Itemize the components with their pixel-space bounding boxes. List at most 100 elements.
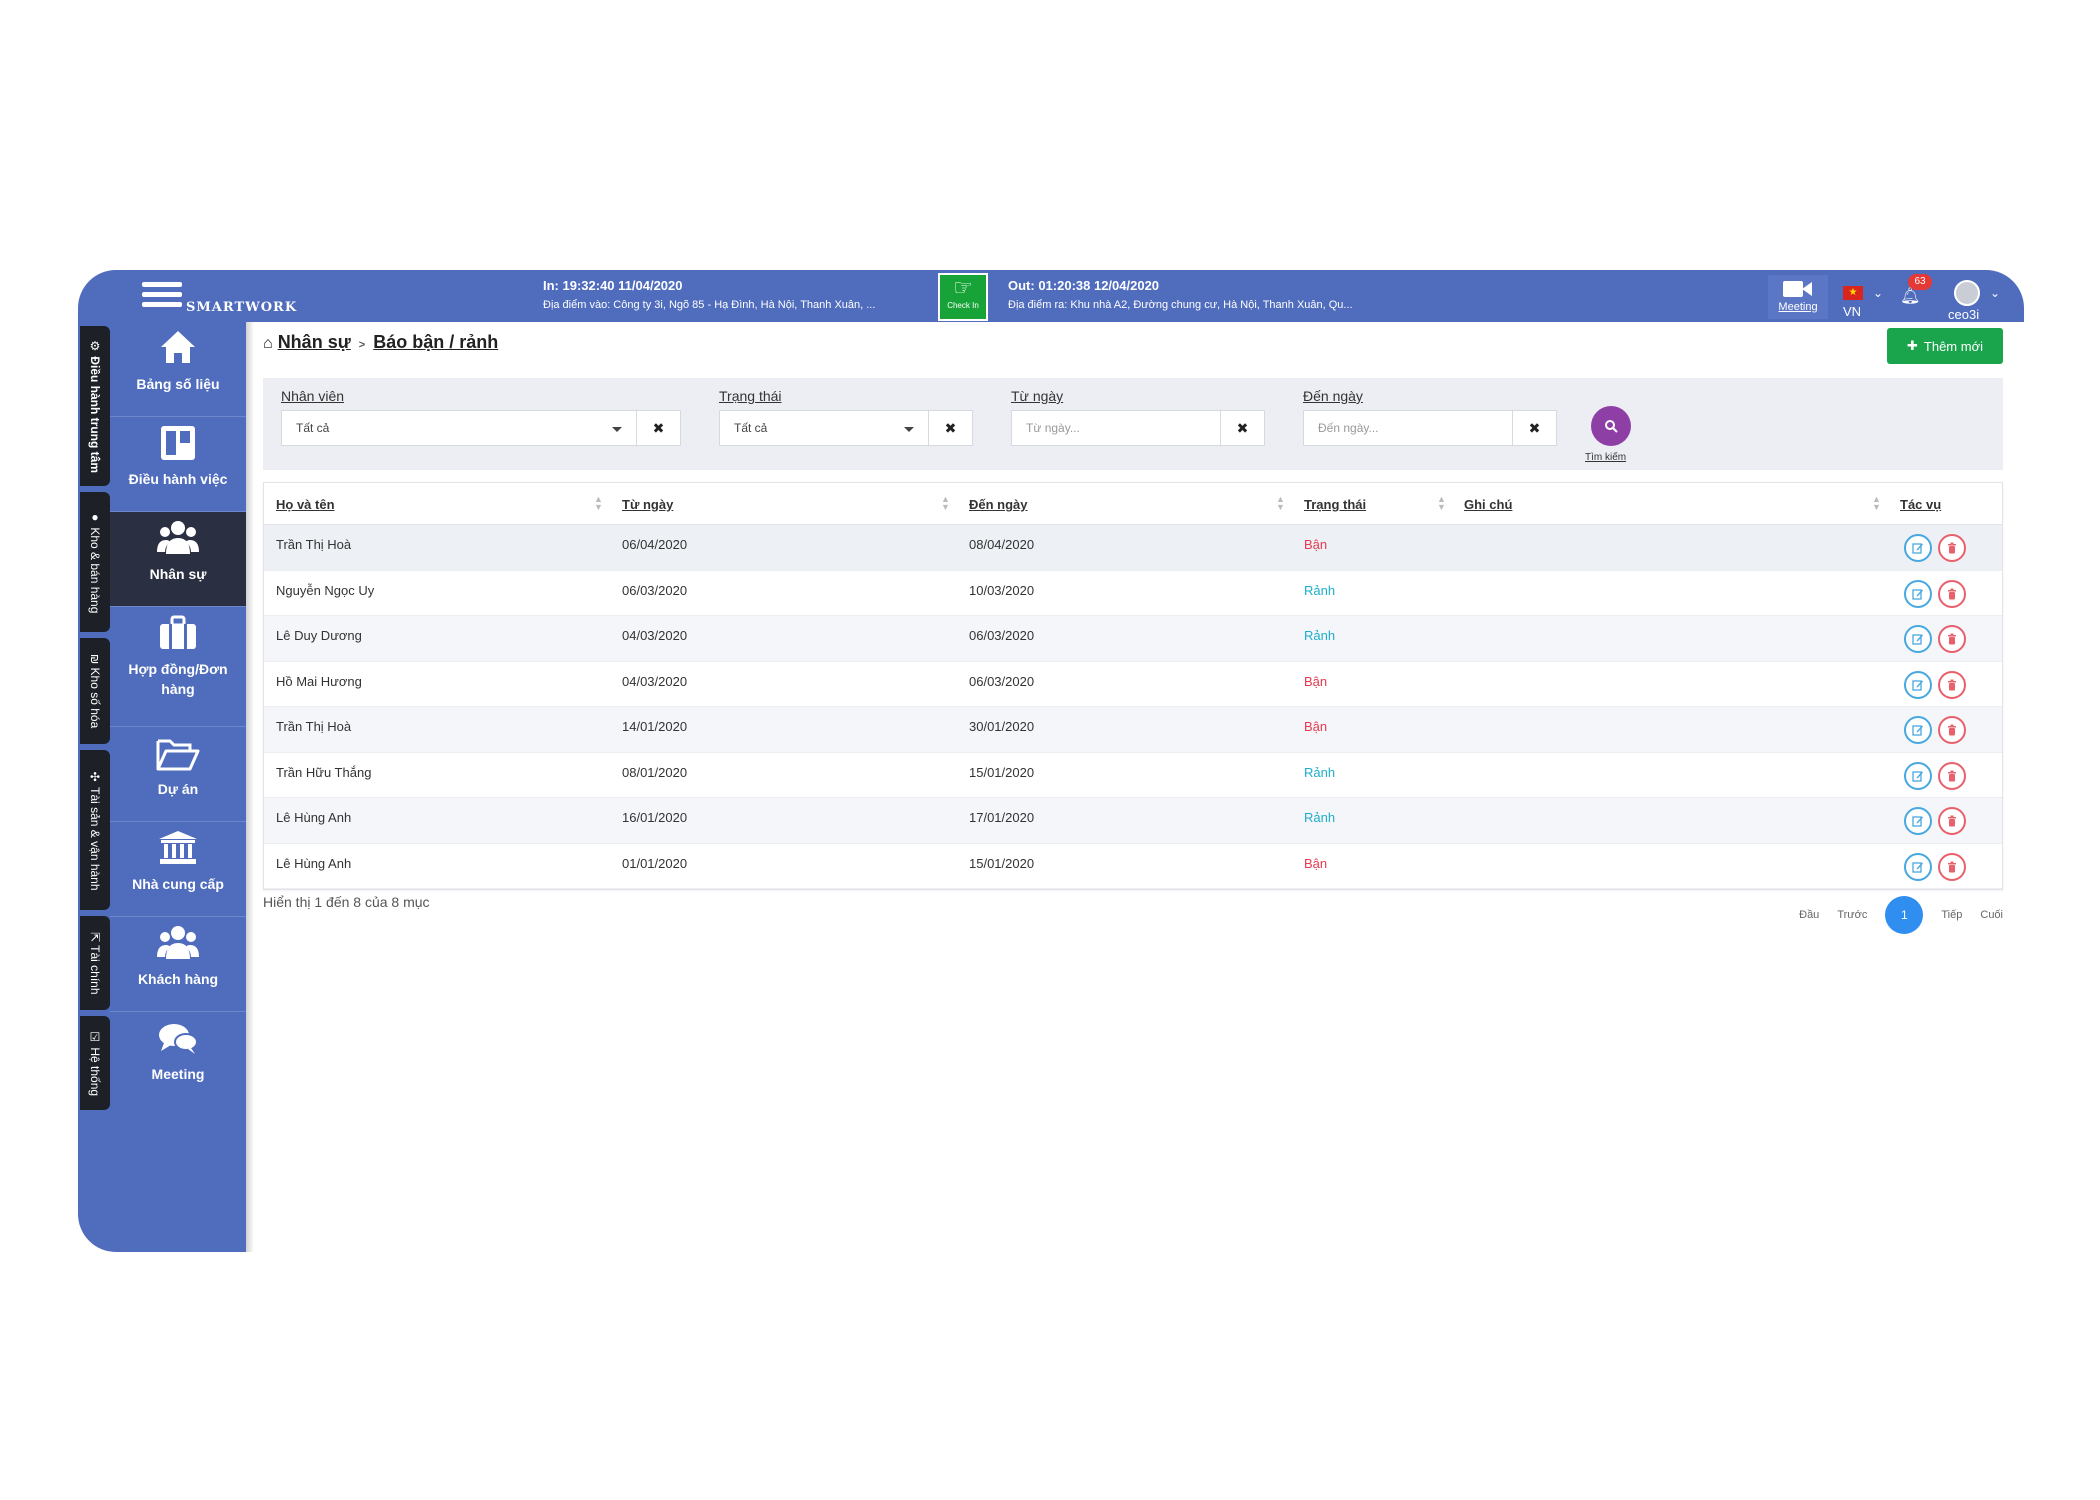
vietnam-flag-icon[interactable]: ★ — [1843, 286, 1863, 300]
edit-button[interactable] — [1904, 579, 1932, 608]
delete-button[interactable] — [1938, 534, 1966, 562]
avatar[interactable] — [1954, 280, 1980, 306]
sort-icon[interactable]: ▲ ▼ — [594, 495, 603, 512]
module-tab-tai-chinh[interactable]: ⇱ Tài chính — [80, 916, 110, 1010]
trash-icon — [1948, 770, 1956, 781]
edit-button[interactable] — [1904, 761, 1932, 790]
sort-icon[interactable]: ▲ ▼ — [941, 495, 950, 512]
delete-button[interactable] — [1938, 761, 1966, 790]
pointing-hand-icon: ☞ — [953, 275, 973, 300]
cell-status: Bận — [1304, 855, 1328, 871]
column-header-status[interactable]: Trạng thái — [1304, 497, 1366, 512]
language-label[interactable]: VN — [1843, 304, 1861, 319]
clear-from-date-button[interactable]: ✖ — [1221, 410, 1265, 446]
edit-button[interactable] — [1904, 670, 1932, 699]
menu-icon[interactable] — [142, 282, 182, 312]
search-icon — [1605, 420, 1618, 433]
module-tab-tai-san[interactable]: ✣ Tài sản & vận hành — [80, 750, 110, 910]
edit-button[interactable] — [1904, 807, 1932, 835]
employee-select[interactable]: Tất cả — [281, 410, 637, 446]
sort-icon[interactable]: ▲ ▼ — [1872, 495, 1881, 512]
search-label[interactable]: Tìm kiếm — [1585, 452, 1626, 463]
sidebar-item-dashboard[interactable]: Bảng số liệu — [110, 322, 246, 417]
edit-icon — [1912, 588, 1923, 600]
checkin-location: Địa điểm vào: Công ty 3i, Ngõ 85 - Hạ Đì… — [543, 299, 876, 311]
table-row: Hồ Mai Hương 04/03/2020 06/03/2020 Bận — [264, 662, 2002, 707]
table-row: Trần Hữu Thắng 08/01/2020 15/01/2020 Rảnh — [264, 753, 2002, 798]
clear-status-button[interactable]: ✖ — [929, 410, 973, 446]
chevron-down-icon[interactable]: ⌄ — [1873, 286, 1883, 300]
delete-button[interactable] — [1938, 670, 1966, 699]
table-row: Trần Thị Hoà 06/04/2020 08/04/2020 Bận — [264, 525, 2002, 571]
page-first[interactable]: Đầu — [1799, 909, 1819, 921]
page-current[interactable]: 1 — [1885, 896, 1924, 934]
status-filter-label: Trạng thái — [719, 388, 782, 404]
home-icon[interactable]: ⌂ — [263, 335, 273, 352]
search-button[interactable] — [1591, 406, 1631, 446]
delete-button[interactable] — [1938, 716, 1966, 744]
sort-icon[interactable]: ▲ ▼ — [1276, 495, 1285, 512]
to-date-placeholder: Đến ngày... — [1318, 421, 1379, 435]
sidebar-item-contracts[interactable]: Hợp đồng/Đơn hàng — [110, 607, 246, 727]
cell-from-date: 06/04/2020 — [622, 537, 688, 552]
pagination: Đầu Trước 1 Tiếp Cuối — [1799, 896, 2003, 934]
edit-icon — [1912, 543, 1923, 554]
cell-from-date: 14/01/2020 — [622, 719, 688, 734]
username[interactable]: ceo3i — [1948, 307, 1979, 322]
clear-employee-button[interactable]: ✖ — [637, 410, 681, 446]
sidebar-item-meeting[interactable]: Meeting — [110, 1012, 246, 1107]
status-select[interactable]: Tất cả — [719, 410, 929, 446]
table-row: Lê Duy Dương 04/03/2020 06/03/2020 Rảnh — [264, 616, 2002, 662]
table-body: Trần Thị Hoà 06/04/2020 08/04/2020 Bận Nguyễ… — [264, 525, 2002, 889]
column-header-name[interactable]: Họ và tên — [276, 497, 335, 512]
to-date-input[interactable]: Đến ngày... — [1303, 410, 1513, 446]
page-next[interactable]: Tiếp — [1941, 909, 1962, 921]
check-in-button[interactable]: ☞ Check In — [938, 273, 988, 321]
page-last[interactable]: Cuối — [1980, 909, 2003, 921]
cell-to-date: 17/01/2020 — [969, 810, 1035, 825]
sidebar-item-projects[interactable]: Dự án — [110, 727, 246, 822]
delete-button[interactable] — [1938, 625, 1966, 653]
cell-name: Lê Hùng Anh — [276, 810, 352, 825]
delete-button[interactable] — [1938, 579, 1966, 608]
cell-to-date: 15/01/2020 — [969, 855, 1035, 871]
edit-icon — [1912, 679, 1923, 691]
column-header-from[interactable]: Từ ngày — [622, 497, 673, 512]
add-new-button[interactable]: ✚ Thêm mới — [1887, 328, 2003, 364]
breadcrumb-current[interactable]: Báo bận / rảnh — [373, 332, 498, 352]
edit-button[interactable] — [1904, 716, 1932, 744]
cell-status: Bận — [1304, 719, 1328, 734]
table-row: Nguyễn Ngọc Uy 06/03/2020 10/03/2020 Rảnh — [264, 571, 2002, 616]
module-tab-he-thong[interactable]: ☑ Hệ thống — [80, 1016, 110, 1110]
breadcrumb-parent[interactable]: Nhân sự — [278, 332, 351, 352]
from-date-label: Từ ngày — [1011, 388, 1064, 404]
sidebar-item-suppliers[interactable]: Nhà cung cấp — [110, 822, 246, 917]
module-tab-dieu-hanh[interactable]: ⚙ Điều hành trung tâm — [80, 326, 110, 486]
delete-button[interactable] — [1938, 852, 1966, 881]
main-content: ⌂ Nhân sự > Báo bận / rảnh ✚ Thêm mới Nh… — [263, 322, 2003, 1252]
edit-button[interactable] — [1904, 625, 1932, 653]
edit-button[interactable] — [1904, 534, 1932, 562]
from-date-input[interactable]: Từ ngày... — [1011, 410, 1221, 446]
module-tabs: ⚙ Điều hành trung tâm ● Kho & bán hàng ₪… — [78, 322, 110, 1252]
clear-to-date-button[interactable]: ✖ — [1513, 410, 1557, 446]
module-tab-kho-ban-hang[interactable]: ● Kho & bán hàng — [80, 492, 110, 632]
meeting-button[interactable]: Meeting — [1768, 275, 1828, 319]
cell-to-date: 10/03/2020 — [969, 582, 1035, 598]
sidebar-item-work[interactable]: Điều hành việc — [110, 417, 246, 512]
cell-name: Nguyễn Ngọc Uy — [276, 582, 375, 598]
column-header-note[interactable]: Ghi chú — [1464, 497, 1512, 512]
module-tab-kho-so-hoa[interactable]: ₪ Kho số hóa — [80, 638, 110, 744]
chevron-down-icon[interactable]: ⌄ — [1990, 286, 2000, 300]
from-date-placeholder: Từ ngày... — [1026, 421, 1080, 435]
column-header-to[interactable]: Đến ngày — [969, 497, 1028, 512]
trash-icon — [1948, 588, 1956, 599]
users-icon — [110, 512, 246, 556]
cell-to-date: 06/03/2020 — [969, 628, 1035, 643]
edit-button[interactable] — [1904, 852, 1932, 881]
page-prev[interactable]: Trước — [1837, 909, 1867, 921]
sort-icon[interactable]: ▲ ▼ — [1437, 495, 1446, 512]
delete-button[interactable] — [1938, 807, 1966, 835]
sidebar-item-hr[interactable]: Nhân sự — [110, 512, 246, 607]
sidebar-item-customers[interactable]: Khách hàng — [110, 917, 246, 1012]
